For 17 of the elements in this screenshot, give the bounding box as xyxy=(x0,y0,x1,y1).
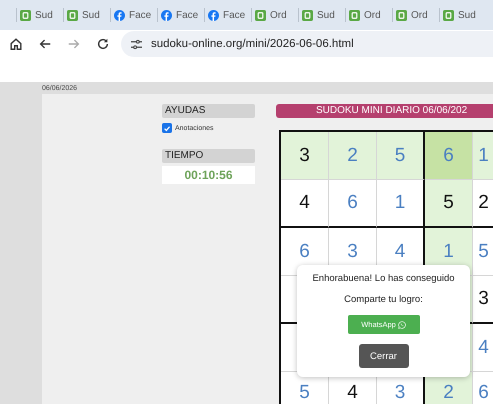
timer-display: 00:10:56 xyxy=(162,166,255,184)
tab-title: Face xyxy=(223,10,246,20)
tab-title: Ord xyxy=(270,10,287,20)
success-message: Enhorabuena! Lo has conseguido xyxy=(312,273,455,284)
share-prompt: Comparte tu logro: xyxy=(344,294,423,305)
section-header: TIEMPO xyxy=(162,149,255,163)
tab-title: Ord xyxy=(364,10,381,20)
tab-title: Sud xyxy=(317,10,335,20)
tab-title: Sud xyxy=(458,10,476,20)
section-header: AYUDAS xyxy=(162,104,255,118)
tab-title: Sud xyxy=(82,10,100,20)
tab-title: Face xyxy=(176,10,198,20)
puzzle-title-bar: SUDOKU MINI DIARIO 06/06/202 xyxy=(276,104,493,118)
tab-title: Ord xyxy=(411,10,428,20)
url-text: sudoku-online.org/mini/2026-06-06.html xyxy=(151,38,354,50)
tab-title: Sud xyxy=(35,10,53,20)
tab-title: Face xyxy=(129,10,152,20)
